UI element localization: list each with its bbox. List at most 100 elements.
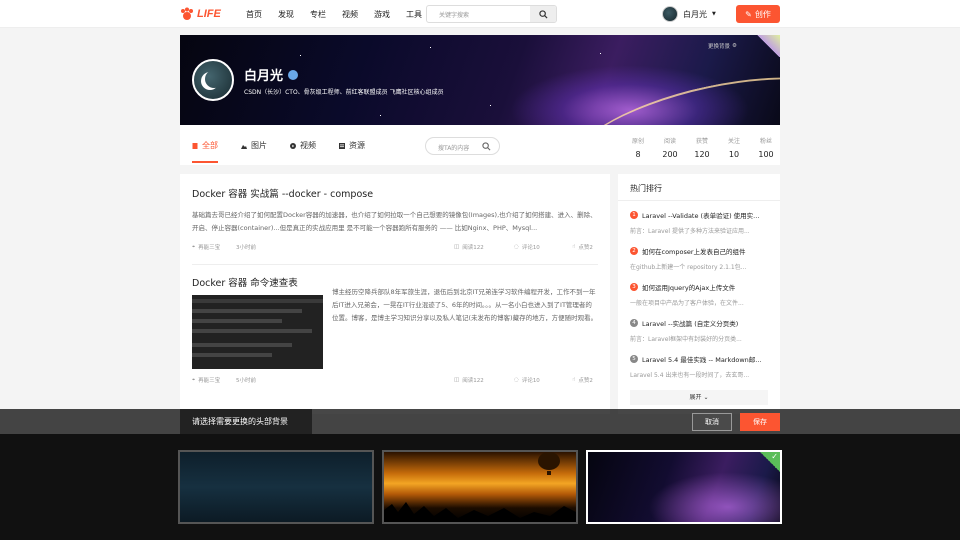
nav-games[interactable]: 游戏 <box>374 9 390 20</box>
hot-ranking-panel: 热门排行 1 Laravel --Validate (表单验证) 使用实... 前… <box>618 174 780 414</box>
bg-option-1[interactable] <box>178 450 374 524</box>
moon-icon <box>205 70 223 88</box>
resource-icon <box>339 142 345 149</box>
thumb-bar <box>192 309 302 313</box>
tab-resources-label: 资源 <box>349 141 365 150</box>
reads-count: 阅读122 <box>462 245 484 251</box>
nav-video[interactable]: 视频 <box>342 9 358 20</box>
rank-badge: 3 <box>630 283 638 291</box>
comment-icon: ◌ <box>514 244 519 250</box>
thumb-bar <box>192 343 292 347</box>
hot-item-title[interactable]: 如何运用Jquery的Ajax上传文件 <box>642 282 735 292</box>
hot-item[interactable]: 1 Laravel --Validate (表单验证) 使用实... 前言：Lar… <box>630 210 770 235</box>
stat-reads[interactable]: 阅读 200 <box>654 136 686 159</box>
hot-item-excerpt: 在github上新建一个 repository 2.1.1包... <box>630 264 747 271</box>
hot-item[interactable]: 2 如何在composer上发表自己的组件 在github上新建一个 reposi… <box>630 246 770 271</box>
stat-followers[interactable]: 粉丝 100 <box>750 136 782 159</box>
article-excerpt: 博主经历空降兵部队8年军旅生涯，退伍后到北京IT兄弟连学习软件编程开发，工作不到… <box>332 288 598 322</box>
author-name: 再能三宝 <box>198 245 221 251</box>
article-thumbnail[interactable] <box>192 295 323 369</box>
stat-label: 关注 <box>727 138 740 145</box>
tab-resources[interactable]: 资源 <box>339 140 365 151</box>
stat-label: 原创 <box>631 138 644 145</box>
article-likes[interactable]: ☝ 点赞2 <box>572 243 593 251</box>
save-button[interactable]: 保存 <box>740 413 780 431</box>
user-name[interactable]: 白月光 <box>683 9 707 20</box>
nav-tools[interactable]: 工具 <box>406 9 422 20</box>
hot-item-title[interactable]: Laravel --Validate (表单验证) 使用实... <box>642 210 759 220</box>
thumb-bar <box>192 319 282 323</box>
article-comments[interactable]: ◌ 评论10 <box>514 376 540 384</box>
change-background-button[interactable]: 更换背景 ⚙ <box>708 42 737 50</box>
profile-stats: 原创 8 阅读 200 获赞 120 关注 10 粉丝 100 <box>622 136 782 159</box>
profile-description: CSDN（长沙）CTO、骨灰级工程师、前红客联盟成员 飞鹰社区核心组成员 <box>244 89 444 96</box>
article-time: 3小时前 <box>236 245 256 251</box>
article-reads: ◫ 阅读122 <box>454 376 484 384</box>
tab-images[interactable]: 图片 <box>241 140 267 151</box>
star <box>490 105 491 106</box>
stat-value: 8 <box>635 150 641 159</box>
rank-badge: 1 <box>630 211 638 219</box>
likes-count: 点赞2 <box>578 245 593 251</box>
tab-videos[interactable]: 视频 <box>290 140 316 151</box>
eye-icon: ◫ <box>454 377 460 383</box>
profile-tabs-bar: 全部 图片 视频 资源 搜TA的内容 原创 8 阅读 200 获赞 120 关注 10 … <box>180 125 780 165</box>
image-icon <box>241 144 247 149</box>
hot-item-title[interactable]: 如何在composer上发表自己的组件 <box>642 246 746 256</box>
hot-item[interactable]: 5 Laravel 5.4 最佳实践 -- Markdown邮... Larave… <box>630 354 770 379</box>
nav-discover[interactable]: 发现 <box>278 9 294 20</box>
nav-columns[interactable]: 专栏 <box>310 9 326 20</box>
article-time: 5小时前 <box>236 378 256 384</box>
tab-videos-label: 视频 <box>300 141 316 150</box>
article-list: Docker 容器 实战篇 --docker - compose 基础篇去哥已经… <box>180 174 610 414</box>
stat-original[interactable]: 原创 8 <box>622 136 654 159</box>
profile-search-box[interactable]: 搜TA的内容 <box>425 137 500 155</box>
article-author: ⌖ 再能三宝 <box>192 376 220 385</box>
tab-images-label: 图片 <box>251 141 267 150</box>
comments-count: 评论10 <box>521 378 540 384</box>
hot-item[interactable]: 3 如何运用Jquery的Ajax上传文件 一般在项目中产品为了客户体验，在文件.… <box>630 282 770 307</box>
star <box>430 47 431 48</box>
comments-count: 评论10 <box>521 245 540 251</box>
article-likes[interactable]: ☝ 点赞2 <box>572 376 593 384</box>
search-icon[interactable] <box>482 142 491 151</box>
profile-banner: 白月光 CSDN（长沙）CTO、骨灰级工程师、前红客联盟成员 飞鹰社区核心组成员… <box>180 35 780 125</box>
hot-item-title[interactable]: Laravel --实战篇 (自定义分页类) <box>642 318 738 328</box>
hot-item-title[interactable]: Laravel 5.4 最佳实践 -- Markdown邮... <box>642 354 761 364</box>
create-button[interactable]: ✎ 创作 <box>736 5 780 23</box>
cancel-button[interactable]: 取消 <box>692 413 732 431</box>
star <box>380 115 381 116</box>
stat-likes[interactable]: 获赞 120 <box>686 136 718 159</box>
tab-all[interactable]: 全部 <box>192 140 218 163</box>
stat-following[interactable]: 关注 10 <box>718 136 750 159</box>
user-menu[interactable]: 白月光 ▼ <box>662 6 716 22</box>
hot-item-excerpt: 一般在项目中产品为了客户体验，在文件... <box>630 300 744 307</box>
article-title[interactable]: Docker 容器 实战篇 --docker - compose <box>192 186 598 200</box>
bg-picker-label: 请选择需要更换的头部背景 <box>180 409 312 434</box>
search-button[interactable] <box>530 6 556 22</box>
article-comments[interactable]: ◌ 评论10 <box>514 243 540 251</box>
stat-value: 120 <box>694 150 710 159</box>
profile-name: 白月光 <box>244 65 299 84</box>
list-item[interactable]: Docker 容器 命令速查表 博主经历空降兵部队8年军旅生涯，退伍后到北京IT… <box>192 275 598 395</box>
profile-search-input[interactable]: 搜TA的内容 <box>438 143 469 152</box>
search-input[interactable]: 关键字搜索 <box>439 10 469 19</box>
thumb-bar <box>192 353 272 357</box>
profile-avatar[interactable] <box>192 59 234 101</box>
bg-option-2[interactable] <box>382 450 578 524</box>
expand-button[interactable]: 展开 ⌄ <box>630 390 768 405</box>
search-box[interactable]: 关键字搜索 <box>426 5 557 23</box>
location-icon: ⌖ <box>192 243 196 250</box>
user-avatar[interactable] <box>662 6 678 22</box>
hot-item[interactable]: 4 Laravel --实战篇 (自定义分页类) 前言：Laravel框架中有封装… <box>630 318 770 343</box>
pencil-icon: ✎ <box>745 9 752 19</box>
nav-home[interactable]: 首页 <box>246 9 262 20</box>
article-reads: ◫ 阅读122 <box>454 243 484 251</box>
treeline-silhouette <box>384 502 576 522</box>
nebula-glow <box>648 472 780 522</box>
list-item[interactable]: Docker 容器 实战篇 --docker - compose 基础篇去哥已经… <box>192 186 598 270</box>
site-logo[interactable]: LIFE <box>180 7 221 21</box>
document-icon <box>192 142 198 149</box>
bg-option-3[interactable] <box>586 450 782 524</box>
eye-icon: ◫ <box>454 244 460 250</box>
